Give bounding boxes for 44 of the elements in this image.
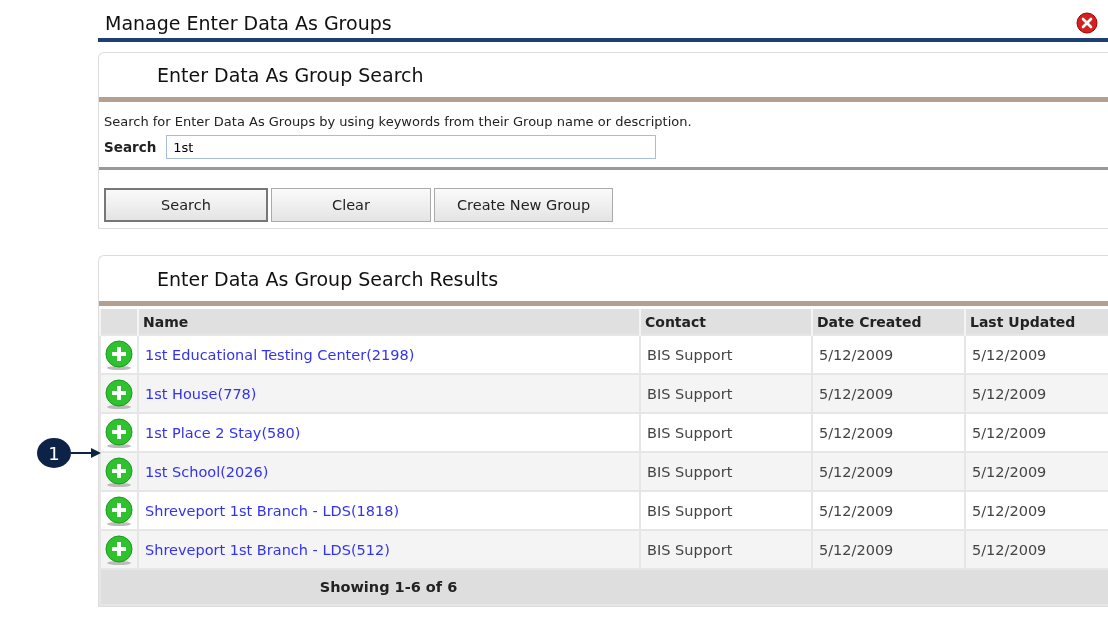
table-cell: 5/12/2009 xyxy=(819,385,894,402)
column-header: Name xyxy=(138,309,640,335)
search-label: Search xyxy=(104,139,157,155)
add-icon[interactable] xyxy=(103,377,135,410)
column-header: Date Created xyxy=(812,309,965,335)
table-cell: 5/12/2009 xyxy=(972,463,1047,480)
table-cell: 5/12/2009 xyxy=(972,346,1047,363)
table-cell: 5/12/2009 xyxy=(819,346,894,363)
table-cell: 5/12/2009 xyxy=(972,502,1047,519)
table-cell: 5/12/2009 xyxy=(819,424,894,441)
table-cell: 5/12/2009 xyxy=(819,463,894,480)
panel-title: Enter Data As Group Search Results xyxy=(157,267,499,290)
search-field[interactable]: 1st xyxy=(166,135,657,159)
add-icon[interactable] xyxy=(103,455,135,488)
search-description: Search for Enter Data As Groups by using keywords from their Group name or description. xyxy=(104,114,693,129)
column-header: Contact xyxy=(640,309,812,335)
group-link[interactable]: 1st House(778) xyxy=(145,385,257,402)
results-count: Showing 1-6 of 6 xyxy=(319,579,458,595)
window-title: Manage Enter Data As Groups xyxy=(105,12,392,34)
table-cell: BIS Support xyxy=(647,385,733,402)
create-group-button[interactable]: Create New Group xyxy=(434,188,614,222)
search-button[interactable]: Search xyxy=(104,188,268,222)
table-cell: 5/12/2009 xyxy=(972,424,1047,441)
add-icon[interactable] xyxy=(103,494,135,527)
add-icon[interactable] xyxy=(103,416,135,449)
column-header: Last Updated xyxy=(965,309,1108,335)
panel-title: Enter Data As Group Search xyxy=(157,64,424,86)
table-cell: 5/12/2009 xyxy=(819,502,894,519)
add-icon[interactable] xyxy=(103,533,135,566)
arrow-icon xyxy=(71,447,101,459)
callout-badge: 1 xyxy=(37,438,71,468)
table-cell: BIS Support xyxy=(647,424,733,441)
table-cell: BIS Support xyxy=(647,541,733,558)
add-icon[interactable] xyxy=(103,338,135,371)
group-link[interactable]: 1st Place 2 Stay(580) xyxy=(145,424,301,441)
table-cell: BIS Support xyxy=(647,502,733,519)
table-cell: BIS Support xyxy=(647,463,733,480)
table-cell: BIS Support xyxy=(647,346,733,363)
close-icon[interactable] xyxy=(1076,12,1098,34)
table-cell: 5/12/2009 xyxy=(819,541,894,558)
table-cell: 5/12/2009 xyxy=(972,541,1047,558)
group-link[interactable]: 1st School(2026) xyxy=(145,463,269,480)
table-cell: 5/12/2009 xyxy=(972,385,1047,402)
clear-button[interactable]: Clear xyxy=(271,188,431,222)
